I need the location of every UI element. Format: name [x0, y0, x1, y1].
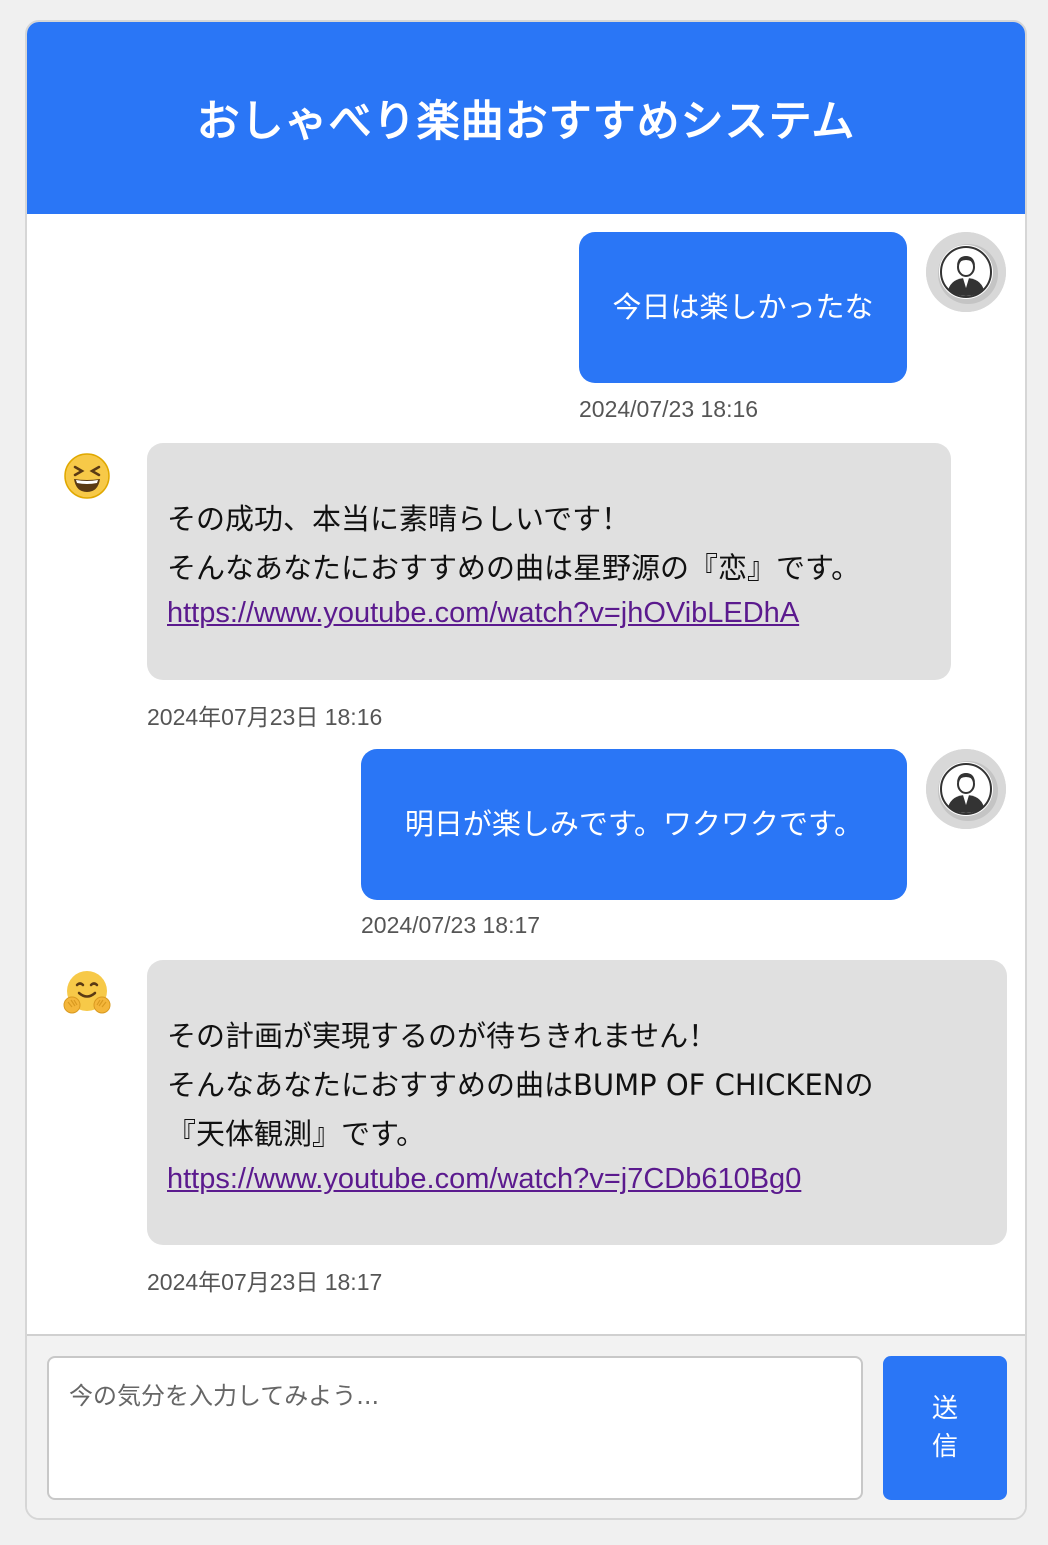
bot-message-bubble: その計画が実現するのが待ちきれません！ そんなあなたにおすすめの曲はBUMP O…: [147, 960, 1007, 1245]
grinning-squinting-face-icon: [63, 452, 111, 500]
message-timestamp: 2024年07月23日 18:17: [147, 1269, 383, 1295]
message-text: 今日は楽しかったな: [612, 290, 874, 324]
bot-message-bubble: その成功、本当に素晴らしいです！ そんなあなたにおすすめの曲は星野源の『恋』です…: [147, 443, 951, 680]
message-text: 『天体観測』です。: [167, 1117, 426, 1151]
user-avatar-icon: [926, 749, 1006, 829]
chat-app: おしゃべり楽曲おすすめシステム 今日は楽しかったな 2024/07/23 18:…: [25, 20, 1027, 1520]
hugging-face-icon: [63, 969, 111, 1017]
message-text: その成功、本当に素晴らしいです！: [167, 502, 631, 536]
youtube-link[interactable]: https://www.youtube.com/watch?v=jhOVibLE…: [167, 593, 931, 633]
message-timestamp: 2024/07/23 18:16: [579, 396, 759, 422]
message-text: そんなあなたにおすすめの曲はBUMP OF CHICKENの: [167, 1068, 874, 1102]
message-timestamp: 2024年07月23日 18:16: [147, 704, 383, 730]
user-message-bubble: 明日が楽しみです。ワクワクです。: [361, 749, 907, 900]
composer: 送信: [27, 1334, 1025, 1518]
message-text: その計画が実現するのが待ちきれません！: [167, 1019, 718, 1053]
mood-input[interactable]: [47, 1356, 863, 1500]
message-timestamp: 2024/07/23 18:17: [361, 912, 541, 938]
app-header: おしゃべり楽曲おすすめシステム: [27, 22, 1025, 214]
user-avatar-icon: [926, 232, 1006, 312]
message-text: そんなあなたにおすすめの曲は星野源の『恋』です。: [167, 551, 861, 585]
user-message-bubble: 今日は楽しかったな: [579, 232, 907, 383]
message-text: 明日が楽しみです。ワクワクです。: [404, 807, 864, 841]
youtube-link[interactable]: https://www.youtube.com/watch?v=j7CDb610…: [167, 1159, 987, 1199]
send-button[interactable]: 送信: [883, 1356, 1007, 1500]
page-title: おしゃべり楽曲おすすめシステム: [196, 97, 856, 147]
